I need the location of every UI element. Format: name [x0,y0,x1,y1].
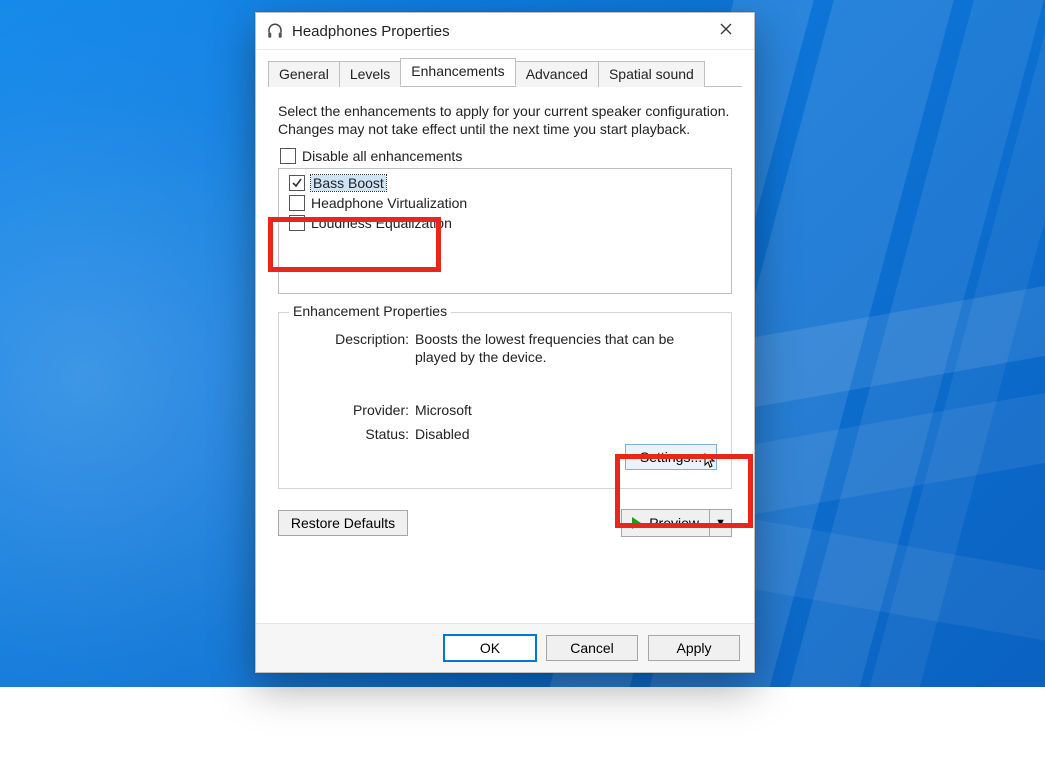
play-icon [632,517,641,529]
disable-all-label: Disable all enhancements [302,148,462,164]
preview-split-button[interactable]: Preview ▼ [621,509,732,537]
enhancements-list[interactable]: Bass Boost Headphone Virtualization Loud… [278,168,732,294]
preview-dropdown-button[interactable]: ▼ [710,509,732,537]
close-icon [720,23,732,39]
tab-levels[interactable]: Levels [339,61,401,87]
headphones-icon [266,22,284,40]
checkbox-icon [289,175,305,191]
checkbox-icon [280,148,296,164]
tab-spatial-sound[interactable]: Spatial sound [598,61,705,87]
ok-button[interactable]: OK [444,635,536,661]
provider-label: Provider: [319,402,409,418]
tab-enhancements[interactable]: Enhancements [400,58,515,86]
settings-button-label: Settings... [640,449,702,465]
checkbox-icon [289,215,305,231]
checkbox-icon [289,195,305,211]
close-button[interactable] [704,13,748,49]
intro-text: Select the enhancements to apply for you… [278,103,732,138]
restore-defaults-button[interactable]: Restore Defaults [278,510,408,536]
status-label: Status: [319,426,409,442]
description-value: Boosts the lowest frequencies that can b… [415,331,705,366]
cancel-button[interactable]: Cancel [546,635,638,661]
tab-panel-enhancements: Select the enhancements to apply for you… [256,87,754,623]
titlebar[interactable]: Headphones Properties [256,13,754,50]
cursor-icon [704,453,718,469]
preview-label: Preview [649,515,699,531]
chevron-down-icon: ▼ [715,517,726,529]
tabstrip: General Levels Enhancements Advanced Spa… [268,58,742,87]
enhancement-loudness-equalization[interactable]: Loudness Equalization [279,213,731,233]
enhancement-label: Loudness Equalization [311,215,452,231]
enhancement-properties-group: Enhancement Properties Description: Boos… [278,312,732,489]
apply-button[interactable]: Apply [648,635,740,661]
description-label: Description: [319,331,409,366]
tab-advanced[interactable]: Advanced [515,61,599,87]
group-legend: Enhancement Properties [289,303,451,319]
dialog-title: Headphones Properties [292,23,704,40]
headphones-properties-dialog: Headphones Properties General Levels Enh… [255,12,755,673]
enhancement-label: Headphone Virtualization [311,195,467,211]
disable-all-enhancements-checkbox[interactable]: Disable all enhancements [280,148,732,164]
preview-play-button[interactable]: Preview [621,509,710,537]
tab-general[interactable]: General [268,61,340,87]
settings-button[interactable]: Settings... [625,444,717,470]
enhancement-bass-boost[interactable]: Bass Boost [279,173,731,193]
lower-button-row: Restore Defaults Preview ▼ [278,509,732,537]
enhancement-label: Bass Boost [311,175,386,191]
status-value: Disabled [415,426,469,442]
dialog-buttonbar: OK Cancel Apply [256,623,754,672]
enhancement-headphone-virtualization[interactable]: Headphone Virtualization [279,193,731,213]
provider-value: Microsoft [415,402,472,418]
